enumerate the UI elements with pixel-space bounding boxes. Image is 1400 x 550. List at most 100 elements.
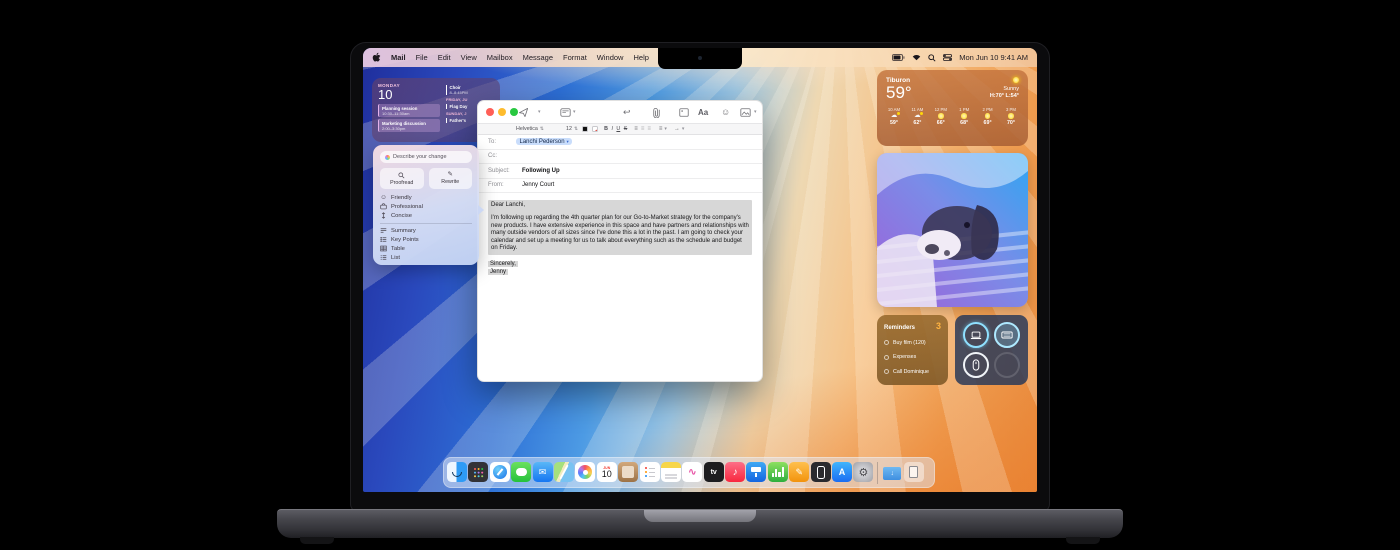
menu-window[interactable]: Window xyxy=(597,53,624,62)
apple-menu-icon[interactable] xyxy=(372,52,381,63)
transform-table[interactable]: Table xyxy=(380,244,472,253)
menu-clock[interactable]: Mon Jun 10 9:41 AM xyxy=(959,53,1028,62)
underline-button[interactable]: U xyxy=(616,126,620,132)
indent-button[interactable]: → xyxy=(674,126,680,132)
attachment-button[interactable] xyxy=(652,106,661,118)
devices-widget[interactable] xyxy=(955,315,1028,385)
envelope-icon: ✉ xyxy=(538,466,547,477)
from-field[interactable]: From: Jenny Court xyxy=(478,179,762,193)
subject-field[interactable]: Subject: Following Up xyxy=(478,164,762,179)
mouse-battery-control[interactable] xyxy=(962,352,989,378)
checkbox-circle[interactable] xyxy=(884,354,889,360)
dock-icon-freeform[interactable]: ∿ xyxy=(682,462,703,482)
reminders-widget[interactable]: Reminders 3 Buy film (120) Expenses Call… xyxy=(877,315,948,385)
describe-change-input[interactable]: Describe your change xyxy=(380,151,472,163)
emoji-button[interactable]: ☺ xyxy=(721,106,730,118)
calendar-event[interactable]: Marketing discussion 2:00–3:30pm xyxy=(378,119,440,132)
dock-icon-iphone-mirroring[interactable] xyxy=(810,462,831,482)
font-family-select[interactable]: Helvetica ⇅ xyxy=(516,126,544,132)
wifi-icon[interactable] xyxy=(912,54,921,61)
menu-message[interactable]: Message xyxy=(523,53,553,62)
battery-icon[interactable] xyxy=(892,54,905,61)
reminder-item[interactable]: Call Dominique xyxy=(884,369,941,375)
proofread-button[interactable]: Proofread xyxy=(380,168,424,189)
photo-browser-chevron[interactable]: ▾ xyxy=(754,106,757,118)
dock-icon-safari[interactable] xyxy=(489,462,510,482)
checkbox-circle[interactable] xyxy=(884,340,889,345)
dock-icon-music[interactable]: ♪ xyxy=(725,462,746,482)
highlight-color-swatch[interactable] xyxy=(592,126,599,132)
music-note-icon: ♪ xyxy=(732,466,738,478)
photos-widget[interactable] xyxy=(877,153,1028,307)
align-right-button[interactable]: ≡ xyxy=(647,126,651,132)
dock-icon-photos[interactable] xyxy=(575,462,596,482)
tone-concise[interactable]: Concise xyxy=(380,211,472,220)
header-fields-button[interactable] xyxy=(560,106,571,118)
header-fields-chevron[interactable]: ▾ xyxy=(573,106,576,118)
list-style-button[interactable]: ≡ xyxy=(659,126,663,132)
dock-icon-numbers[interactable] xyxy=(767,462,788,482)
insert-link-button[interactable] xyxy=(679,106,689,118)
menu-file[interactable]: File xyxy=(416,53,428,62)
bold-button[interactable]: B xyxy=(604,126,608,132)
checkbox-circle[interactable] xyxy=(884,369,889,374)
gear-icon: ⚙ xyxy=(858,466,869,479)
control-center-icon[interactable] xyxy=(943,54,953,61)
dock-icon-appletv[interactable]: tv xyxy=(703,462,724,482)
undo-icon[interactable]: ↩ xyxy=(623,106,631,118)
send-options-chevron[interactable]: ▾ xyxy=(538,106,541,118)
recipient-token[interactable]: Lanchi Pederson ▾ xyxy=(516,138,573,146)
align-center-button[interactable]: ≡ xyxy=(641,126,645,132)
font-size-select[interactable]: 12 ⇅ xyxy=(566,126,578,132)
weather-widget[interactable]: Tiburon 59° Sunny H:70° L:54° 10 AM ☁ 59… xyxy=(877,70,1028,146)
dock-icon-reminders[interactable] xyxy=(639,462,660,482)
zoom-button[interactable] xyxy=(510,108,518,116)
dock-icon-mail[interactable]: ✉ xyxy=(532,462,553,482)
reminder-item[interactable]: Buy film (120) xyxy=(884,340,941,346)
reminder-item[interactable]: Expenses xyxy=(884,354,941,360)
dock-icon-messages[interactable] xyxy=(511,462,532,482)
align-left-button[interactable]: ≡ xyxy=(634,126,638,132)
to-field[interactable]: To: Lanchi Pederson ▾ xyxy=(478,135,762,150)
dock-icon-contacts[interactable] xyxy=(618,462,639,482)
dock-icon-maps[interactable] xyxy=(553,462,574,482)
tone-professional[interactable]: Professional xyxy=(380,202,472,211)
menu-mailbox[interactable]: Mailbox xyxy=(487,53,513,62)
menu-edit[interactable]: Edit xyxy=(438,53,451,62)
minimize-button[interactable] xyxy=(498,108,506,116)
dock-icon-calendar[interactable]: JUN 10 xyxy=(596,462,617,482)
calendar-event[interactable]: Planning session 10:30–11:30am xyxy=(378,104,440,117)
dock-icon-trash[interactable] xyxy=(903,462,924,482)
italic-button[interactable]: I xyxy=(611,126,612,132)
message-body[interactable]: Dear Lanchi, I'm following up regarding … xyxy=(478,193,762,276)
text-color-swatch[interactable] xyxy=(582,126,589,132)
transform-list[interactable]: List xyxy=(380,253,472,262)
close-button[interactable] xyxy=(486,108,494,116)
menu-mail[interactable]: Mail xyxy=(391,53,406,62)
dock-icon-notes[interactable] xyxy=(660,462,681,482)
format-aa-button[interactable]: Aa xyxy=(698,106,708,118)
dock-icon-launchpad[interactable] xyxy=(468,462,489,482)
macbook-battery-control[interactable] xyxy=(962,322,989,348)
transform-summary[interactable]: Summary xyxy=(380,226,472,235)
dock-icon-finder[interactable] xyxy=(447,462,467,482)
dock-icon-system-settings[interactable]: ⚙ xyxy=(853,462,874,482)
window-titlebar[interactable]: ▾ ▾ ↩ Aa ☺ ▾ xyxy=(478,101,762,123)
dock-icon-keynote[interactable] xyxy=(746,462,767,482)
cc-field[interactable]: Cc: xyxy=(478,150,762,164)
dock-icon-downloads[interactable]: ↓ xyxy=(882,462,902,482)
photo-browser-button[interactable] xyxy=(740,106,751,118)
dock-icon-app-store[interactable]: A xyxy=(832,462,853,482)
search-icon[interactable] xyxy=(928,53,936,62)
menu-help[interactable]: Help xyxy=(633,53,648,62)
calendar-upcoming-event[interactable]: Choir 8–8:45PM xyxy=(446,84,494,95)
send-button[interactable] xyxy=(518,106,529,118)
keyboard-battery-control[interactable] xyxy=(994,322,1021,348)
tone-friendly[interactable]: ☺ Friendly xyxy=(380,193,472,202)
menu-format[interactable]: Format xyxy=(563,53,587,62)
strikethrough-button[interactable]: S xyxy=(624,126,628,132)
menu-view[interactable]: View xyxy=(461,53,477,62)
transform-key-points[interactable]: Key Points xyxy=(380,235,472,244)
dock-icon-pages[interactable]: ✎ xyxy=(789,462,810,482)
rewrite-button[interactable]: ✎ Rewrite xyxy=(428,168,472,189)
